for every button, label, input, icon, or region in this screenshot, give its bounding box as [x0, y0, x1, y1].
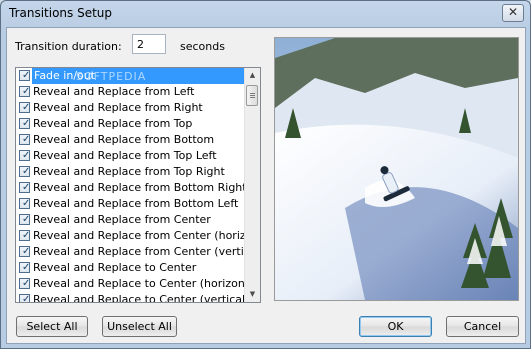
transition-checkbox[interactable]: ✓	[19, 214, 30, 225]
transition-list-item[interactable]: ✓ Reveal and Replace from Bottom Right	[16, 180, 247, 196]
transition-list-item[interactable]: ✓ Reveal and Replace from Top Left	[16, 148, 244, 164]
title-bar[interactable]: Transitions Setup ✕	[1, 1, 530, 27]
transitions-list[interactable]: ✓ Fade in/out SOFTPEDIA ✓ Reveal and Replace…	[15, 67, 261, 303]
transition-label: Reveal and Replace from Top Left	[33, 149, 217, 162]
transition-list-item[interactable]: ✓ Reveal and Replace from Left	[16, 84, 244, 100]
transition-checkbox[interactable]: ✓	[19, 70, 30, 81]
transition-label: Reveal and Replace to Center (horizontal…	[33, 277, 261, 290]
transition-label: Reveal and Replace from Center	[33, 213, 211, 226]
transition-list-item[interactable]: ✓ Reveal and Replace from Center (vertica…	[16, 244, 260, 260]
transition-checkbox[interactable]: ✓	[19, 118, 30, 129]
transition-checkbox[interactable]: ✓	[19, 246, 30, 257]
transition-checkbox[interactable]: ✓	[19, 262, 30, 273]
transition-checkbox[interactable]: ✓	[19, 198, 30, 209]
transition-label: Reveal and Replace from Left	[33, 85, 195, 98]
transition-list-item[interactable]: ✓ Reveal and Replace from Top	[16, 116, 244, 132]
checkmark-icon: ✓	[22, 198, 31, 209]
scroll-thumb[interactable]	[246, 85, 258, 106]
checkmark-icon: ✓	[22, 230, 31, 241]
transition-label: Reveal and Replace from Right	[33, 101, 203, 114]
scroll-down-icon[interactable]: ▼	[245, 287, 260, 302]
transition-label: Reveal and Replace from Top	[33, 117, 193, 130]
select-all-button[interactable]: Select All	[16, 316, 88, 337]
transition-label: Reveal and Replace from Bottom Left	[33, 197, 239, 210]
ok-button[interactable]: OK	[359, 316, 432, 337]
cancel-button[interactable]: Cancel	[446, 316, 519, 337]
checkmark-icon: ✓	[22, 134, 31, 145]
transition-checkbox[interactable]: ✓	[19, 86, 30, 97]
transition-label: Reveal and Replace to Center	[33, 261, 197, 274]
transition-list-item[interactable]: ✓ Reveal and Replace to Center	[16, 260, 244, 276]
transition-label: Reveal and Replace from Top Right	[33, 165, 225, 178]
checkmark-icon: ✓	[22, 166, 31, 177]
dialog-body: Transition duration: 2 seconds ✓ Fade in/…	[6, 27, 526, 344]
duration-unit: seconds	[180, 40, 225, 53]
transition-list-item[interactable]: ✓ Reveal and Replace from Right	[16, 100, 244, 116]
transition-checkbox[interactable]: ✓	[19, 230, 30, 241]
snowboarder-preview-icon	[275, 38, 518, 300]
transition-list-item[interactable]: ✓ Reveal and Replace from Center	[16, 212, 244, 228]
checkmark-icon: ✓	[22, 150, 31, 161]
watermark: SOFTPEDIA	[76, 70, 147, 83]
transition-checkbox[interactable]: ✓	[19, 150, 30, 161]
unselect-all-button[interactable]: Unselect All	[102, 316, 177, 337]
transition-list-item[interactable]: ✓ Reveal and Replace from Center (horizon…	[16, 228, 260, 244]
transition-checkbox[interactable]: ✓	[19, 102, 30, 113]
checkmark-icon: ✓	[22, 102, 31, 113]
close-button[interactable]: ✕	[502, 4, 524, 22]
checkmark-icon: ✓	[22, 86, 31, 97]
transition-list-item[interactable]: ✓ Reveal and Replace from Top Right	[16, 164, 244, 180]
transition-label: Reveal and Replace to Center (vertical)	[33, 293, 250, 303]
transitions-rows: ✓ Fade in/out SOFTPEDIA ✓ Reveal and Replace…	[16, 68, 260, 303]
duration-label: Transition duration:	[15, 40, 122, 53]
transition-list-item[interactable]: ✓ Reveal and Replace to Center (vertical)	[16, 292, 249, 303]
checkmark-icon: ✓	[22, 214, 31, 225]
transition-label: Reveal and Replace from Bottom Right	[33, 181, 247, 194]
transition-list-item[interactable]: ✓ Fade in/out SOFTPEDIA	[16, 68, 252, 84]
checkmark-icon: ✓	[22, 262, 31, 273]
list-scrollbar[interactable]: ▲ ▼	[244, 68, 260, 302]
transition-list-item[interactable]: ✓ Reveal and Replace to Center (horizonta…	[16, 276, 260, 292]
transition-checkbox[interactable]: ✓	[19, 182, 30, 193]
close-icon: ✕	[507, 5, 519, 19]
transition-list-item[interactable]: ✓ Reveal and Replace from Bottom	[16, 132, 244, 148]
transition-checkbox[interactable]: ✓	[19, 166, 30, 177]
transitions-setup-window: Transitions Setup ✕ Transition duration:…	[0, 0, 531, 349]
scroll-up-icon[interactable]: ▲	[245, 68, 260, 83]
transition-list-item[interactable]: ✓ Reveal and Replace from Bottom Left	[16, 196, 244, 212]
transition-label: Reveal and Replace from Bottom	[33, 133, 215, 146]
checkmark-icon: ✓	[22, 70, 31, 81]
transition-checkbox[interactable]: ✓	[19, 278, 30, 289]
transition-label: Reveal and Replace from Center (vertical…	[33, 245, 261, 258]
preview-image	[274, 37, 519, 301]
transition-label: Reveal and Replace from Center (horizont…	[33, 229, 261, 242]
checkmark-icon: ✓	[22, 278, 31, 289]
window-title: Transitions Setup	[9, 6, 113, 20]
transition-checkbox[interactable]: ✓	[19, 134, 30, 145]
checkmark-icon: ✓	[22, 182, 31, 193]
duration-input[interactable]: 2	[132, 34, 166, 54]
checkmark-icon: ✓	[22, 294, 31, 303]
checkmark-icon: ✓	[22, 118, 31, 129]
checkmark-icon: ✓	[22, 246, 31, 257]
transition-checkbox[interactable]: ✓	[19, 294, 31, 303]
